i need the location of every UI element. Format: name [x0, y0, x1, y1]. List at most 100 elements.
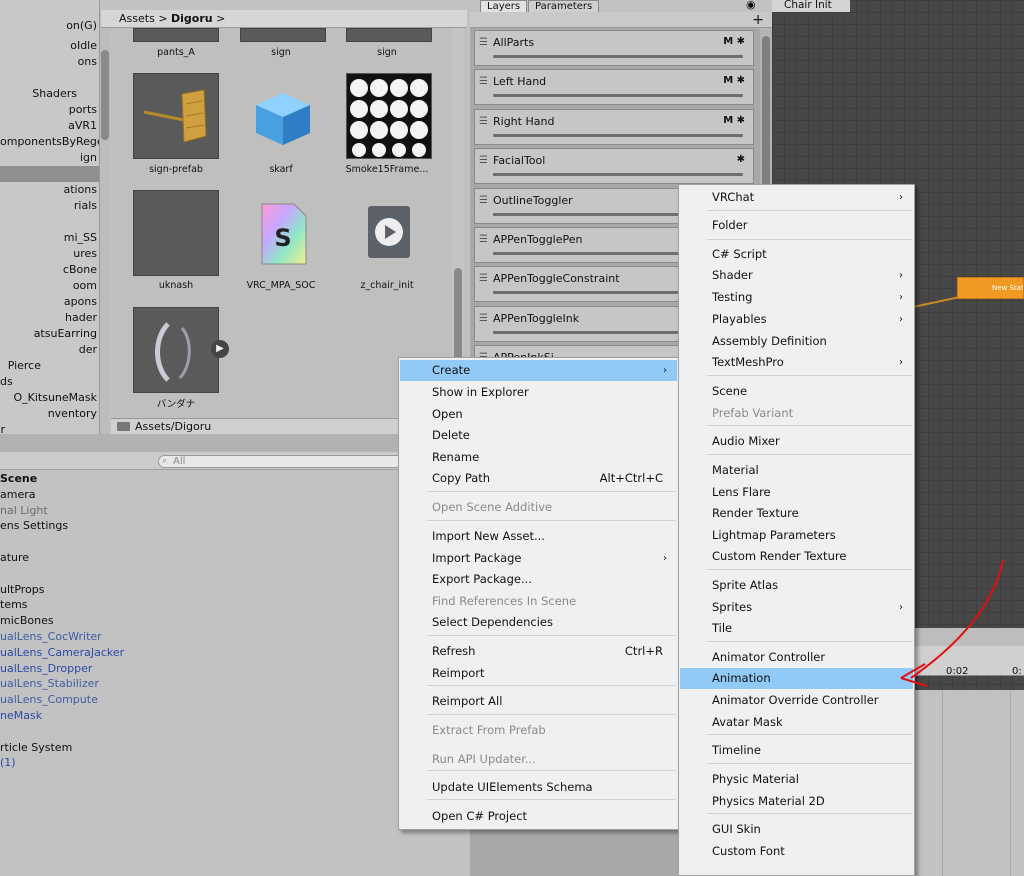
- asset-thumb-pants-a[interactable]: [133, 28, 219, 42]
- asset-thumb-uknash[interactable]: [133, 190, 219, 276]
- hierarchy-item[interactable]: rticle System: [0, 740, 72, 756]
- submenu-item[interactable]: Scene: [680, 381, 913, 402]
- submenu-item[interactable]: Playables ›: [680, 309, 913, 330]
- menu-item[interactable]: Delete: [400, 425, 677, 446]
- hierarchy-item[interactable]: ualLens_Dropper: [0, 661, 92, 677]
- asset-thumb-smoke15frame[interactable]: [346, 73, 432, 159]
- menu-item[interactable]: Run API Updater...: [400, 749, 677, 770]
- menu-item[interactable]: Create ›: [400, 360, 677, 381]
- hierarchy-item[interactable]: tems: [0, 597, 28, 613]
- submenu-item[interactable]: Render Texture: [680, 503, 913, 524]
- project-tree-item[interactable]: [0, 166, 99, 182]
- project-tree-item[interactable]: Pierce: [0, 358, 99, 374]
- drag-handle-icon[interactable]: ☰: [479, 234, 488, 245]
- menu-item[interactable]: Refresh Ctrl+R: [400, 641, 677, 662]
- project-tree-item[interactable]: [0, 214, 99, 230]
- hierarchy-item[interactable]: ualLens_Compute: [0, 692, 98, 708]
- submenu-item[interactable]: Assembly Definition: [680, 331, 913, 352]
- menu-item[interactable]: Update UIElements Schema: [400, 777, 677, 798]
- project-tree-item[interactable]: der: [0, 342, 99, 358]
- hierarchy-item[interactable]: amera: [0, 487, 36, 503]
- menu-item[interactable]: Find References In Scene: [400, 591, 677, 612]
- asset-thumb-bandana[interactable]: [133, 307, 219, 393]
- graph-breadcrumb-tab[interactable]: Chair Init: [772, 0, 850, 12]
- project-tree-item[interactable]: O_KitsuneMask: [0, 390, 99, 406]
- tab-layers[interactable]: Layers: [480, 0, 528, 12]
- project-tree-item[interactable]: omponentsByRege: [0, 134, 99, 150]
- asset-thumb-vrc-mpa-soc[interactable]: S: [240, 190, 326, 276]
- layer-weight-bar[interactable]: [493, 173, 743, 177]
- hierarchy-item[interactable]: ature: [0, 550, 29, 566]
- project-tree-scrollbar[interactable]: [100, 10, 110, 434]
- project-tree-item[interactable]: ds: [0, 374, 99, 390]
- submenu-item[interactable]: Sprite Atlas: [680, 575, 913, 596]
- submenu-item[interactable]: TextMeshPro ›: [680, 352, 913, 373]
- menu-item[interactable]: Reimport All: [400, 691, 677, 712]
- asset-thumb-sign-1[interactable]: [240, 28, 326, 42]
- project-tree-item[interactable]: ons: [0, 54, 99, 70]
- menu-item[interactable]: Show in Explorer: [400, 382, 677, 403]
- hierarchy-item[interactable]: ens Settings: [0, 518, 68, 534]
- drag-handle-icon[interactable]: ☰: [479, 195, 488, 206]
- menu-item[interactable]: Import New Asset...: [400, 526, 677, 547]
- menu-item[interactable]: Open: [400, 404, 677, 425]
- tab-parameters[interactable]: Parameters: [528, 0, 600, 12]
- layer-weight-bar[interactable]: [493, 55, 743, 58]
- submenu-item[interactable]: Testing ›: [680, 287, 913, 308]
- project-tree-item[interactable]: ign: [0, 150, 99, 166]
- project-tree-item[interactable]: atsuEarring: [0, 326, 99, 342]
- submenu-item[interactable]: GUI Skin: [680, 819, 913, 840]
- menu-item[interactable]: Copy Path Alt+Ctrl+C: [400, 468, 677, 489]
- drag-handle-icon[interactable]: ☰: [479, 76, 488, 87]
- hierarchy-item[interactable]: ualLens_CameraJacker: [0, 645, 124, 661]
- scrollbar-thumb[interactable]: [101, 50, 109, 140]
- submenu-item[interactable]: Audio Mixer: [680, 431, 913, 452]
- project-tree-item[interactable]: aVR1: [0, 118, 99, 134]
- project-tree-item[interactable]: mi_SS: [0, 230, 99, 246]
- menu-item[interactable]: Export Package...: [400, 569, 677, 590]
- submenu-item[interactable]: Custom Font: [680, 841, 913, 862]
- submenu-item[interactable]: Physics Material 2D: [680, 791, 913, 812]
- timeline-ruler[interactable]: [913, 646, 1024, 676]
- submenu-item[interactable]: Physic Material: [680, 769, 913, 790]
- submenu-item[interactable]: Material: [680, 460, 913, 481]
- eye-icon[interactable]: ◉: [746, 0, 756, 11]
- project-tree-item[interactable]: cBone: [0, 262, 99, 278]
- asset-thumb-skarf[interactable]: [240, 73, 326, 159]
- layer-weight-bar[interactable]: [493, 133, 743, 137]
- breadcrumb-current[interactable]: Digoru: [171, 12, 213, 25]
- submenu-item[interactable]: Sprites ›: [680, 597, 913, 618]
- submenu-item[interactable]: Timeline: [680, 740, 913, 761]
- animator-layer[interactable]: ☰ FacialTool ✱: [474, 148, 754, 185]
- expand-arrow-icon[interactable]: ▶: [211, 340, 229, 358]
- submenu-item[interactable]: VRChat ›: [680, 187, 913, 208]
- hierarchy-item[interactable]: neMask: [0, 708, 42, 724]
- drag-handle-icon[interactable]: ☰: [479, 116, 488, 127]
- project-tree-item[interactable]: ports: [0, 102, 99, 118]
- drag-handle-icon[interactable]: ☰: [479, 37, 488, 48]
- layer-weight-bar[interactable]: [493, 94, 743, 98]
- layer-flags[interactable]: M ✱: [723, 115, 745, 126]
- hierarchy-item[interactable]: micBones: [0, 613, 54, 629]
- menu-item[interactable]: Select Dependencies: [400, 612, 677, 633]
- project-tree-item[interactable]: hader: [0, 310, 99, 326]
- animator-layer[interactable]: ☰ Right Hand M ✱: [474, 108, 754, 145]
- menu-item[interactable]: Open C# Project: [400, 806, 677, 827]
- menu-item[interactable]: Rename: [400, 447, 677, 468]
- hierarchy-item[interactable]: Scene: [0, 471, 37, 487]
- hierarchy-item[interactable]: ualLens_CocWriter: [0, 629, 102, 645]
- project-tree-item[interactable]: oIdle: [0, 38, 99, 54]
- add-layer-icon[interactable]: +: [752, 12, 764, 28]
- submenu-item[interactable]: Avatar Mask: [680, 712, 913, 733]
- asset-thumb-sign-2[interactable]: [346, 28, 432, 42]
- submenu-item[interactable]: Animation: [680, 668, 913, 689]
- project-tree-item[interactable]: on(G): [0, 18, 99, 34]
- project-tree-item[interactable]: Shaders: [0, 86, 99, 102]
- hierarchy-item[interactable]: nal Light: [0, 503, 48, 519]
- hierarchy-item[interactable]: (1): [0, 755, 16, 771]
- submenu-item[interactable]: Shader ›: [680, 265, 913, 286]
- submenu-item[interactable]: Animator Override Controller: [680, 690, 913, 711]
- layer-flags[interactable]: ✱: [737, 154, 745, 165]
- drag-handle-icon[interactable]: ☰: [479, 313, 488, 324]
- state-node[interactable]: New State: [957, 277, 1024, 299]
